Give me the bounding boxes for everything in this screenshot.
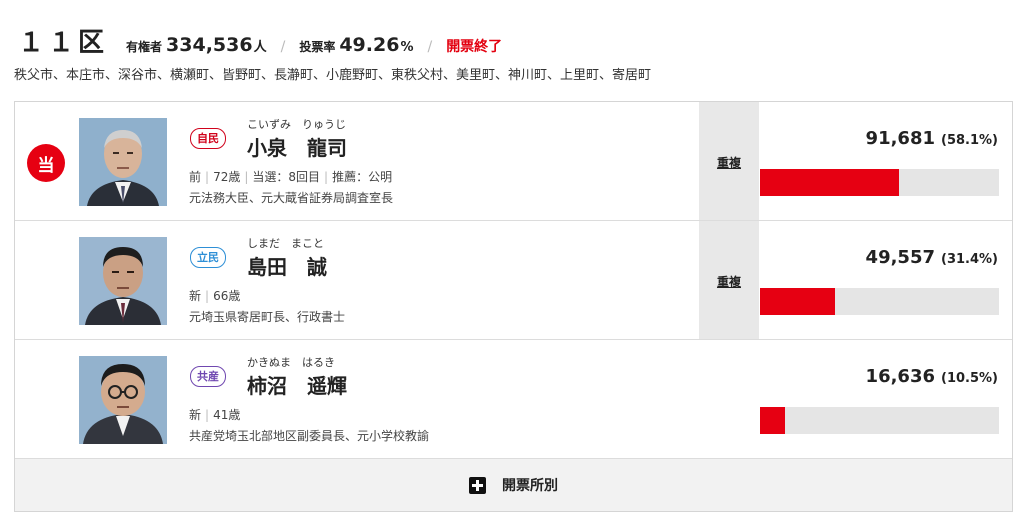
count-status: 開票終了 <box>446 39 503 55</box>
candidate-photo <box>79 118 167 206</box>
turnout-value: 49.26 <box>339 34 400 56</box>
district-title: １１区 <box>18 28 109 58</box>
vote-count: 91,681 (58.1%) <box>866 128 998 149</box>
vote-number: 49,557 <box>865 247 936 268</box>
party-badge: 自民 <box>190 128 226 149</box>
duplicate-column: 重複 <box>699 102 759 220</box>
candidate-wins: 当選：8回目 <box>252 170 321 184</box>
candidate-photo <box>79 356 167 444</box>
candidate-row: 共産 かきぬま はるき 柿沼 遥輝 新 | 41歳 共産党埼玉北部地区副委員長、元小… <box>15 340 1012 459</box>
candidate-career: 元法務大臣、元大蔵省証券局調査室長 <box>189 191 394 205</box>
candidate-meta: 新 | 41歳 <box>189 408 241 422</box>
vote-number: 91,681 <box>865 128 936 149</box>
electorate-unit: 人 <box>253 40 267 55</box>
polling-station-toggle[interactable]: 開票所別 <box>15 459 1012 511</box>
vote-percent: (58.1%) <box>941 133 998 148</box>
candidate-name-kana: かきぬま はるき <box>247 356 335 369</box>
header-separator: / <box>427 39 433 55</box>
candidate-photo <box>79 237 167 325</box>
candidate-name: 柿沼 遥輝 <box>247 374 347 398</box>
party-badge: 立民 <box>190 247 226 268</box>
turnout-label: 投票率 <box>299 40 336 54</box>
duplicate-link[interactable]: 重複 <box>699 273 759 290</box>
vote-bar-fill <box>760 169 899 196</box>
candidate-name-kana: こいずみ りゅうじ <box>247 118 346 131</box>
candidate-name: 島田 誠 <box>247 255 327 279</box>
turnout-unit: % <box>400 40 414 55</box>
district-header: １１区 有権者 334,536 人 / 投票率 49.26 % / 開票終了 <box>18 22 503 58</box>
header-separator: / <box>280 39 286 55</box>
duplicate-column: 重複 <box>699 221 759 339</box>
vote-percent: (31.4%) <box>941 252 998 267</box>
candidate-career: 元埼玉県寄居町長、行政書士 <box>189 310 346 324</box>
candidate-name: 小泉 龍司 <box>247 136 347 160</box>
vote-bar-fill <box>760 407 786 434</box>
candidate-career: 共産党埼玉北部地区副委員長、元小学校教諭 <box>189 429 430 443</box>
vote-number: 16,636 <box>865 366 936 387</box>
vote-bar <box>760 407 999 434</box>
candidate-age: 72歳 <box>213 170 241 184</box>
candidate-meta: 新 | 66歳 <box>189 289 241 303</box>
elected-badge: 当 <box>27 144 65 182</box>
electorate-value: 334,536 <box>166 34 253 56</box>
party-badge: 共産 <box>190 366 226 387</box>
candidate-age: 41歳 <box>213 408 241 422</box>
candidate-endorsement: 推薦：公明 <box>332 170 393 184</box>
polling-station-label: 開票所別 <box>502 478 558 494</box>
candidate-name-kana: しまだ まこと <box>247 237 324 250</box>
candidate-age: 66歳 <box>213 289 241 303</box>
vote-bar <box>760 288 999 315</box>
candidate-meta: 前 | 72歳 | 当選：8回目 | 推薦：公明 <box>189 170 393 184</box>
vote-count: 49,557 (31.4%) <box>866 247 998 268</box>
candidate-row: 当 自民 こいずみ りゅうじ 小泉 龍司 前 | 72歳 | 当選：8回目 | 推薦：公明 … <box>15 102 1012 221</box>
electorate-label: 有権者 <box>126 40 163 54</box>
candidate-status: 新 <box>189 408 202 422</box>
candidate-row: 立民 しまだ まこと 島田 誠 新 | 66歳 元埼玉県寄居町長、行政書士 重複 4… <box>15 221 1012 340</box>
results-panel: 当 自民 こいずみ りゅうじ 小泉 龍司 前 | 72歳 | 当選：8回目 | 推薦：公明 … <box>14 101 1013 512</box>
candidate-status: 前 <box>189 170 202 184</box>
candidate-status: 新 <box>189 289 202 303</box>
vote-bar-fill <box>760 288 836 315</box>
vote-percent: (10.5%) <box>941 371 998 386</box>
duplicate-column <box>699 340 759 458</box>
vote-bar <box>760 169 999 196</box>
duplicate-link[interactable]: 重複 <box>699 154 759 171</box>
district-areas: 秩父市、本庄市、深谷市、横瀬町、皆野町、長瀞町、小鹿野町、東秩父村、美里町、神川… <box>14 68 652 83</box>
vote-count: 16,636 (10.5%) <box>866 366 998 387</box>
plus-icon <box>469 476 486 494</box>
